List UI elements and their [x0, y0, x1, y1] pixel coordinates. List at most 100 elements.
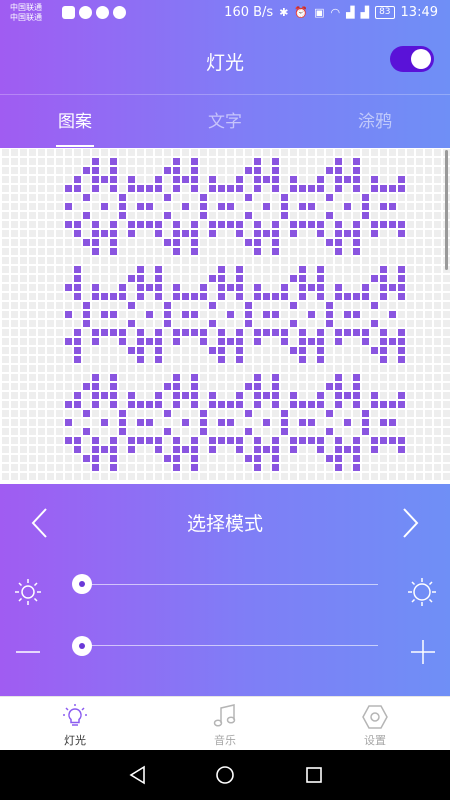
led-cell[interactable] [65, 167, 72, 174]
led-cell[interactable] [155, 149, 162, 156]
led-cell[interactable] [263, 356, 270, 363]
led-cell[interactable] [326, 302, 333, 309]
led-cell[interactable] [209, 149, 216, 156]
led-cell[interactable] [173, 212, 180, 219]
led-cell[interactable] [92, 383, 99, 390]
led-cell[interactable] [389, 275, 396, 282]
led-cell[interactable] [11, 230, 18, 237]
led-cell[interactable] [92, 302, 99, 309]
led-cell[interactable] [371, 158, 378, 165]
led-cell[interactable] [425, 230, 432, 237]
led-cell[interactable] [137, 410, 144, 417]
led-cell[interactable] [272, 176, 279, 183]
led-cell[interactable] [155, 203, 162, 210]
led-cell[interactable] [47, 158, 54, 165]
led-cell[interactable] [29, 176, 36, 183]
led-cell[interactable] [281, 176, 288, 183]
led-cell[interactable] [245, 212, 252, 219]
led-cell[interactable] [47, 338, 54, 345]
led-cell[interactable] [416, 410, 423, 417]
led-cell[interactable] [263, 221, 270, 228]
led-cell[interactable] [38, 311, 45, 318]
led-cell[interactable] [236, 455, 243, 462]
led-cell[interactable] [29, 257, 36, 264]
led-cell[interactable] [380, 329, 387, 336]
led-cell[interactable] [281, 212, 288, 219]
led-cell[interactable] [362, 302, 369, 309]
led-cell[interactable] [290, 356, 297, 363]
led-cell[interactable] [425, 176, 432, 183]
led-cell[interactable] [101, 167, 108, 174]
led-cell[interactable] [434, 347, 441, 354]
led-cell[interactable] [128, 374, 135, 381]
led-cell[interactable] [2, 455, 9, 462]
led-cell[interactable] [11, 266, 18, 273]
led-cell[interactable] [434, 374, 441, 381]
led-cell[interactable] [362, 239, 369, 246]
led-cell[interactable] [137, 221, 144, 228]
led-cell[interactable] [20, 401, 27, 408]
led-cell[interactable] [416, 392, 423, 399]
led-cell[interactable] [398, 266, 405, 273]
led-cell[interactable] [398, 158, 405, 165]
led-cell[interactable] [119, 266, 126, 273]
led-cell[interactable] [47, 221, 54, 228]
led-cell[interactable] [281, 401, 288, 408]
led-cell[interactable] [164, 320, 171, 327]
led-cell[interactable] [272, 455, 279, 462]
led-cell[interactable] [146, 347, 153, 354]
led-cell[interactable] [128, 284, 135, 291]
led-cell[interactable] [119, 347, 126, 354]
led-cell[interactable] [38, 158, 45, 165]
led-cell[interactable] [218, 374, 225, 381]
led-cell[interactable] [29, 365, 36, 372]
led-cell[interactable] [155, 221, 162, 228]
led-cell[interactable] [353, 437, 360, 444]
led-cell[interactable] [434, 194, 441, 201]
led-cell[interactable] [290, 419, 297, 426]
led-cell[interactable] [155, 419, 162, 426]
led-cell[interactable] [20, 338, 27, 345]
led-cell[interactable] [83, 230, 90, 237]
led-cell[interactable] [101, 284, 108, 291]
led-cell[interactable] [290, 302, 297, 309]
led-cell[interactable] [137, 167, 144, 174]
led-cell[interactable] [20, 383, 27, 390]
led-cell[interactable] [227, 167, 234, 174]
led-cell[interactable] [29, 392, 36, 399]
led-cell[interactable] [191, 401, 198, 408]
led-cell[interactable] [434, 392, 441, 399]
led-cell[interactable] [272, 392, 279, 399]
led-cell[interactable] [182, 383, 189, 390]
led-cell[interactable] [380, 338, 387, 345]
led-cell[interactable] [92, 185, 99, 192]
led-cell[interactable] [254, 293, 261, 300]
led-cell[interactable] [389, 203, 396, 210]
led-cell[interactable] [272, 275, 279, 282]
led-cell[interactable] [137, 212, 144, 219]
led-cell[interactable] [290, 338, 297, 345]
led-cell[interactable] [47, 437, 54, 444]
led-cell[interactable] [299, 392, 306, 399]
led-cell[interactable] [83, 410, 90, 417]
led-cell[interactable] [2, 167, 9, 174]
led-cell[interactable] [2, 356, 9, 363]
brightness-slider-track[interactable] [82, 584, 378, 585]
led-cell[interactable] [335, 221, 342, 228]
led-cell[interactable] [425, 194, 432, 201]
led-cell[interactable] [155, 212, 162, 219]
led-cell[interactable] [272, 311, 279, 318]
led-cell[interactable] [173, 446, 180, 453]
led-cell[interactable] [173, 338, 180, 345]
led-cell[interactable] [344, 158, 351, 165]
led-cell[interactable] [29, 311, 36, 318]
led-cell[interactable] [290, 464, 297, 471]
led-cell[interactable] [434, 185, 441, 192]
led-cell[interactable] [308, 338, 315, 345]
led-cell[interactable] [209, 473, 216, 480]
led-cell[interactable] [110, 230, 117, 237]
led-cell[interactable] [353, 374, 360, 381]
led-cell[interactable] [47, 185, 54, 192]
led-cell[interactable] [416, 356, 423, 363]
led-cell[interactable] [2, 284, 9, 291]
